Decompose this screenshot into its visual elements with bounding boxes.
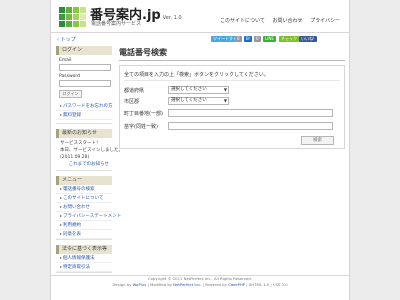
login-box: Email Password ログイン パスワードをお忘れの方 無料登録 [56,58,113,124]
logo-tile [59,14,65,20]
surname-input[interactable] [168,122,333,130]
logo-tile [66,21,72,27]
logo-tile [73,7,79,13]
nav-about-link[interactable]: このサイトについて [220,18,265,24]
menu-heading: メニュー [56,176,112,185]
logo-tile [59,7,65,13]
logo-tile [73,14,79,20]
news-heading: 最新のお知らせ [56,129,112,138]
search-form: 全ての項目を入力の上「検索」ボタンをクリックしてください。 都道府県 選択してく… [119,65,345,149]
menu-item-search[interactable]: 電話番号の検索 [56,185,112,194]
logo-tile [73,21,79,27]
footer-waplus-link[interactable]: WaPlus [133,282,147,287]
logo-tile [80,7,86,13]
form-instruction: 全ての項目を入力の上「検索」ボタンをクリックしてください。 [124,72,269,78]
chevron-down-icon: ▼ [223,87,227,92]
logo-tile [80,21,86,27]
login-heading: ログイン [56,46,112,55]
page-title: 電話番号検索 [119,47,345,61]
prefecture-select[interactable]: 選択してください ▼ [168,86,229,94]
legal-item-privacy-law[interactable]: 個人情報保護法 [56,254,112,263]
town-label: 町丁目番地(一部) [124,111,163,117]
menu-item-about[interactable]: このサイトについて [56,194,112,203]
menu-item-contact[interactable]: お問い合わせ [56,203,112,212]
nav-privacy-link[interactable]: プライバシー [310,18,340,24]
legal-box: 個人情報保護法 特定商取引法 [56,254,112,273]
logo-tile [59,21,65,27]
news-date: (2011.09.28) [60,155,90,160]
surname-label: 苗字(同姓一致) [124,124,158,130]
legal-heading: 法令に基づく表示等 [56,245,112,254]
header-divider [51,32,349,33]
mixi-check-button[interactable]: チェック [279,36,299,42]
page-container: 番号案内.jp Ver. 1.0 電話番号案内サービス このサイトについて お問い… [50,0,350,300]
nav-contact-link[interactable]: お問い合わせ [272,18,302,24]
site-subtitle: 電話番号案内サービス [91,21,142,27]
form-divider [124,80,340,81]
city-label: 市区郡 [124,99,140,105]
menu-item-privacy[interactable]: プライバシーステートメント [56,212,121,221]
logo-tile [66,14,72,20]
register-link[interactable]: 無料登録 [56,111,112,120]
hatena-bookmark-button[interactable]: B! [244,36,253,42]
site-logo-icon[interactable] [59,7,86,27]
main-content: 電話番号検索 全ての項目を入力の上「検索」ボタンをクリックしてください。 都道府… [119,47,345,149]
prefecture-label: 都道府県 [124,88,145,94]
email-field[interactable] [59,64,111,71]
menu-box: 電話番号の検索 このサイトについて お問い合わせ プライバシーステートメント 利… [56,185,121,240]
search-button[interactable]: 検索 [301,136,334,145]
news-box: サービススタート！ 本日、サービスインしました。 (2011.09.28) これ… [56,138,123,171]
news-title: サービススタート！ [60,141,101,146]
legal-item-commerce-law[interactable]: 特定商取引法 [56,263,112,272]
logo-tile [66,7,72,13]
hatena-count: 0 [254,36,261,42]
footer-credits: Design by WaPlus | Modified by NetPerfec… [112,282,288,287]
news-archive-link[interactable]: これまでのお知らせ [56,161,112,170]
facebook-like-button[interactable]: いいね! [299,36,317,42]
password-field[interactable] [59,80,111,87]
logo-tile [80,14,86,20]
menu-item-consent[interactable]: 同意を表 [56,230,112,239]
city-select[interactable]: 選択してください ▼ [168,97,229,105]
site-version: Ver. 1.0 [162,15,182,21]
login-button[interactable]: ログイン [59,90,82,98]
password-label: Password [59,74,81,79]
menu-item-terms[interactable]: 利用規約 [56,221,112,230]
breadcrumb-top-link[interactable]: ‹ トップ [57,36,76,43]
sidebar: ログイン Email Password ログイン パスワードをお忘れの方 無料登… [56,46,123,273]
email-label: Email [59,58,72,63]
tweet-count: 0 [235,36,242,42]
news-body: 本日、サービスインしました。 [60,148,123,153]
top-nav: このサイトについて お問い合わせ プライバシー [214,17,340,24]
forgot-password-link[interactable]: パスワードをお忘れの方 [56,102,113,111]
footer-netperfect-link[interactable]: NetPerfect Inc. [173,282,201,287]
footer-cakephp-link[interactable]: CakePHP [228,282,245,287]
chevron-down-icon: ▼ [223,98,227,103]
footer: Copyright © 2011 NetPerfect Inc., All Ri… [51,275,349,288]
town-input[interactable] [168,109,333,117]
line-share-button[interactable]: LINE [263,36,276,42]
